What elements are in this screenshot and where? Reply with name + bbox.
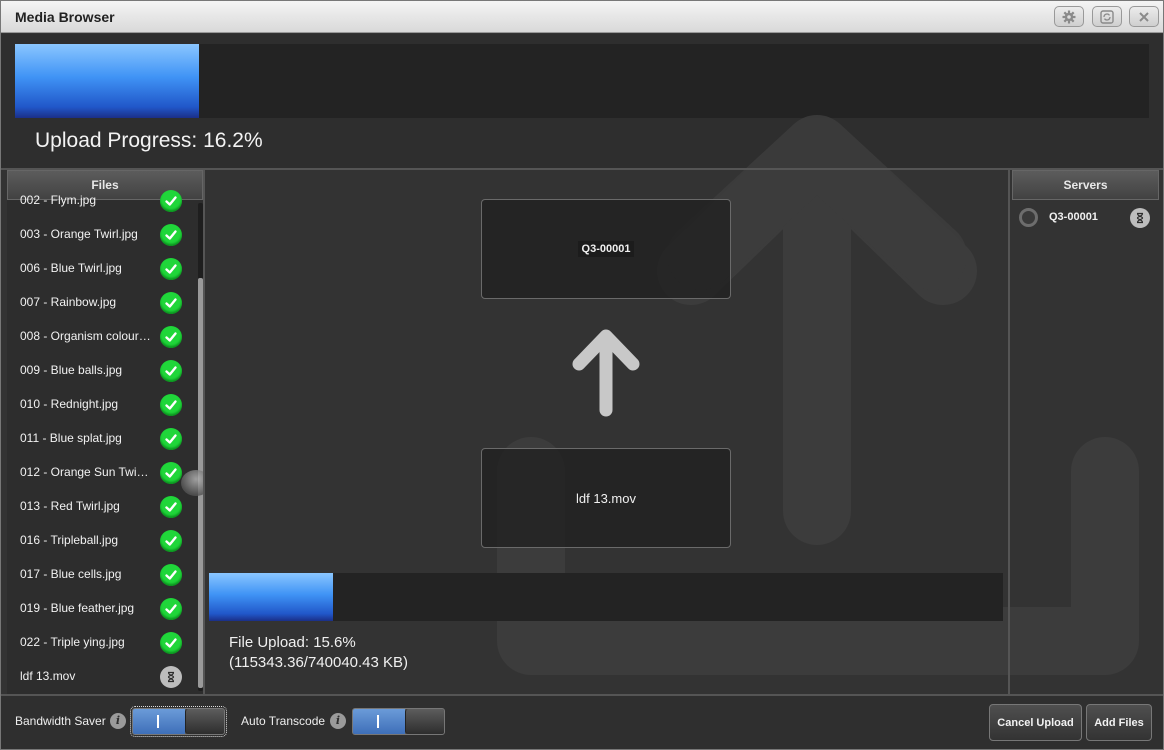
bottom-toolbar: Bandwidth Saver i Auto Transcode i Cance… xyxy=(1,694,1163,749)
overall-progress-fill xyxy=(15,44,199,118)
checkmark-icon xyxy=(160,530,182,552)
source-file-box: ldf 13.mov xyxy=(481,448,731,548)
file-list-item[interactable]: 009 - Blue balls.jpg xyxy=(7,354,197,388)
files-panel: Files 002 - Flym.jpg 003 - Orange Twirl.j… xyxy=(7,170,203,694)
source-file-name: ldf 13.mov xyxy=(576,490,636,506)
media-browser-window: Media Browser Upload Progress: 16.2% Fil… xyxy=(0,0,1164,750)
file-list-item[interactable]: 010 - Rednight.jpg xyxy=(7,388,197,422)
scroll-knob[interactable] xyxy=(181,470,203,496)
checkmark-icon xyxy=(160,496,182,518)
file-list-item[interactable]: 017 - Blue cells.jpg xyxy=(7,558,197,592)
servers-header: Servers xyxy=(1012,170,1159,200)
checkmark-icon xyxy=(160,462,182,484)
hourglass-icon xyxy=(160,666,182,688)
file-name: ldf 13.mov xyxy=(20,669,76,683)
file-progress-bar xyxy=(209,573,1003,621)
settings-button[interactable] xyxy=(1054,6,1084,27)
file-name: 009 - Blue balls.jpg xyxy=(20,363,123,377)
file-progress-bytes: (115343.36/740040.43 KB) xyxy=(229,654,409,671)
checkmark-icon xyxy=(160,190,182,212)
file-progress-percent: File Upload: 15.6% xyxy=(229,634,356,651)
close-button[interactable] xyxy=(1129,6,1159,27)
overall-progress-label: Upload Progress: 16.2% xyxy=(35,129,263,152)
target-server-name: Q3-00001 xyxy=(577,241,635,257)
file-name: 016 - Tripleball.jpg xyxy=(20,533,119,547)
checkmark-icon xyxy=(160,360,182,382)
file-list-item[interactable]: 012 - Orange Sun Twirl.jpg xyxy=(7,456,197,490)
file-list-item[interactable]: ldf 13.mov xyxy=(7,660,197,694)
file-name: 008 - Organism colours.jpg xyxy=(20,329,152,343)
title-bar: Media Browser xyxy=(1,1,1163,33)
servers-panel: Servers Q3-00001 xyxy=(1012,170,1159,694)
server-radio[interactable] xyxy=(1019,208,1038,227)
checkmark-icon xyxy=(160,258,182,280)
file-name: 012 - Orange Sun Twirl.jpg xyxy=(20,465,152,479)
checkmark-icon xyxy=(160,326,182,348)
hourglass-icon xyxy=(1130,208,1150,228)
file-name: 011 - Blue splat.jpg xyxy=(20,431,122,445)
toggle-knob[interactable] xyxy=(185,709,224,734)
add-files-button[interactable]: Add Files xyxy=(1086,704,1152,741)
file-name: 019 - Blue feather.jpg xyxy=(20,601,135,615)
file-name: 007 - Rainbow.jpg xyxy=(20,295,117,309)
file-list-item[interactable]: 011 - Blue splat.jpg xyxy=(7,422,197,456)
overall-progress-area: Upload Progress: 16.2% xyxy=(1,34,1163,168)
auto-transcode-label: Auto Transcode xyxy=(241,714,326,728)
bandwidth-saver-label: Bandwidth Saver xyxy=(15,714,106,728)
file-list-item[interactable]: 003 - Orange Twirl.jpg xyxy=(7,218,197,252)
server-name: Q3-00001 xyxy=(1049,211,1098,223)
file-list-item[interactable]: 022 - Triple ying.jpg xyxy=(7,626,197,660)
auto-transcode-info-icon[interactable]: i xyxy=(330,713,346,729)
checkmark-icon xyxy=(160,224,182,246)
target-server-box: Q3-00001 xyxy=(481,199,731,299)
file-list-item[interactable]: 019 - Blue feather.jpg xyxy=(7,592,197,626)
checkmark-icon xyxy=(160,394,182,416)
file-list-item[interactable]: 006 - Blue Twirl.jpg xyxy=(7,252,197,286)
checkmark-icon xyxy=(160,564,182,586)
sync-button[interactable] xyxy=(1092,6,1122,27)
file-name: 013 - Red Twirl.jpg xyxy=(20,499,120,513)
file-list-item[interactable]: 007 - Rainbow.jpg xyxy=(7,286,197,320)
server-row[interactable]: Q3-00001 xyxy=(1012,205,1159,231)
cancel-upload-button[interactable]: Cancel Upload xyxy=(989,704,1082,741)
bandwidth-saver-toggle[interactable] xyxy=(130,706,227,737)
settings-gear-icon xyxy=(1062,10,1076,23)
toggle-on-indicator xyxy=(353,709,405,734)
window-title: Media Browser xyxy=(15,9,115,25)
checkmark-icon xyxy=(160,428,182,450)
sync-icon xyxy=(1100,9,1114,24)
checkmark-icon xyxy=(160,292,182,314)
close-icon xyxy=(1139,11,1149,22)
toggle-on-indicator xyxy=(133,709,185,734)
bandwidth-saver-info-icon[interactable]: i xyxy=(110,713,126,729)
auto-transcode-toggle[interactable] xyxy=(352,708,445,735)
file-name: 017 - Blue cells.jpg xyxy=(20,567,122,581)
file-list-item[interactable]: 002 - Flym.jpg xyxy=(7,184,197,218)
transfer-view: Q3-00001 ldf 13.mov File Upload: 15.6% (… xyxy=(205,170,1008,694)
file-name: 003 - Orange Twirl.jpg xyxy=(20,227,138,241)
file-name: 022 - Triple ying.jpg xyxy=(20,635,125,649)
file-name: 010 - Rednight.jpg xyxy=(20,397,119,411)
checkmark-icon xyxy=(160,598,182,620)
file-progress-fill xyxy=(209,573,333,621)
toggle-knob[interactable] xyxy=(405,709,444,734)
file-list-item[interactable]: 013 - Red Twirl.jpg xyxy=(7,490,197,524)
file-list-item[interactable]: 016 - Tripleball.jpg xyxy=(7,524,197,558)
file-list[interactable]: 002 - Flym.jpg 003 - Orange Twirl.jpg 006 … xyxy=(7,184,197,694)
file-name: 006 - Blue Twirl.jpg xyxy=(20,261,122,275)
checkmark-icon xyxy=(160,632,182,654)
divider xyxy=(1008,170,1010,694)
overall-progress-bar xyxy=(15,44,1149,118)
file-progress-label: File Upload: 15.6% (115343.36/740040.43 … xyxy=(229,633,408,673)
file-name: 002 - Flym.jpg xyxy=(20,193,97,207)
file-list-item[interactable]: 008 - Organism colours.jpg xyxy=(7,320,197,354)
up-arrow-icon xyxy=(572,329,640,417)
